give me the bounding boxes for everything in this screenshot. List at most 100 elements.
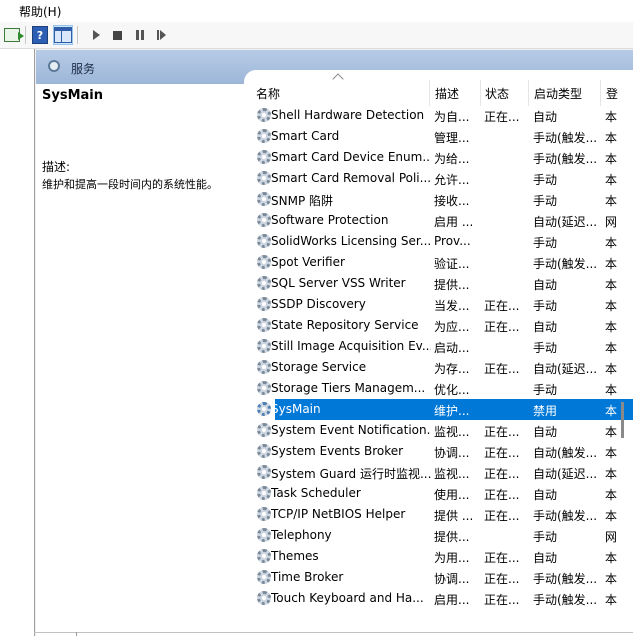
service-logon-as: 本 — [605, 446, 618, 460]
pause-service-button[interactable] — [130, 25, 150, 45]
services-gear-icon — [48, 60, 60, 72]
service-row[interactable]: SolidWorks Licensing Ser... Prov... 手动 本 — [252, 231, 633, 252]
service-name: SQL Server VSS Writer — [271, 276, 406, 290]
help-button[interactable]: ? — [30, 25, 50, 45]
service-description: 为应... — [434, 320, 470, 334]
service-row[interactable]: Smart Card Device Enum... 为给... 手动(触发... 本 — [252, 147, 633, 168]
service-gear-icon — [257, 381, 271, 395]
service-description: 提供... — [434, 530, 470, 544]
column-header-startup-type[interactable]: 启动类型 — [534, 85, 582, 102]
service-gear-icon — [257, 339, 271, 353]
service-startup-type: 手动 — [533, 194, 558, 208]
service-row[interactable]: SQL Server VSS Writer 提供... 自动 本 — [252, 273, 633, 294]
service-name: Smart Card — [271, 129, 340, 143]
description-text: 维护和提高一段时间内的系统性能。 — [42, 178, 218, 191]
service-gear-icon — [257, 192, 271, 206]
column-header-description[interactable]: 描述 — [435, 85, 459, 102]
service-startup-type: 手动(触发... — [533, 257, 598, 271]
restart-icon — [157, 30, 166, 40]
service-logon-as: 本 — [605, 152, 618, 166]
service-row[interactable]: Telephony 提供... 手动 网 — [252, 525, 633, 546]
show-hide-tree-button[interactable] — [53, 25, 73, 45]
service-row[interactable]: Software Protection 启用 ... 自动(延迟... 网 — [252, 210, 633, 231]
service-description: 为用... — [434, 551, 470, 565]
horizontal-scrollbar-track[interactable] — [34, 632, 633, 633]
service-row[interactable]: System Event Notification... 监视... 正在... 自动… — [252, 420, 633, 441]
service-startup-type: 手动 — [533, 173, 558, 187]
service-logon-as: 本 — [605, 257, 618, 271]
service-description: 启用 ... — [434, 215, 474, 229]
vertical-scrollbar-thumb[interactable] — [621, 402, 624, 438]
service-name: Software Protection — [271, 213, 389, 227]
export-list-button[interactable] — [2, 25, 24, 45]
service-row[interactable]: State Repository Service 为应... 正在... 自动 本 — [252, 315, 633, 336]
service-row[interactable]: Themes 为用... 正在... 自动 本 — [252, 546, 633, 567]
service-row[interactable]: TCP/IP NetBIOS Helper 提供 ... 正在... 手动(触发...… — [252, 504, 633, 525]
service-row[interactable]: Smart Card 管理... 手动(触发... 本 — [252, 126, 633, 147]
service-gear-icon — [257, 402, 271, 416]
service-logon-as: 本 — [605, 593, 618, 607]
service-gear-icon — [257, 297, 271, 311]
service-description: 维护... — [434, 404, 470, 418]
pane-splitter-mark — [76, 632, 77, 636]
column-divider[interactable] — [429, 80, 430, 106]
service-row[interactable]: SNMP 陷阱 接收... 手动 本 — [252, 189, 633, 210]
service-description: 提供... — [434, 278, 470, 292]
service-name: Storage Tiers Managem... — [271, 381, 426, 395]
service-row[interactable]: Storage Service 为存... 正在... 自动(延迟... 本 — [252, 357, 633, 378]
service-description: 为存... — [434, 362, 470, 376]
service-startup-type: 自动 — [533, 110, 558, 124]
service-name: System Events Broker — [271, 444, 404, 458]
service-row[interactable]: Smart Card Removal Poli... 允许... 手动 本 — [252, 168, 633, 189]
service-description: 监视... — [434, 467, 470, 481]
stop-icon — [112, 30, 122, 40]
service-row[interactable]: Storage Tiers Managem... 优化... 手动 本 — [252, 378, 633, 399]
restart-service-button[interactable] — [153, 25, 173, 45]
service-gear-icon — [257, 234, 271, 248]
column-header-name[interactable]: 名称 — [256, 85, 280, 102]
service-logon-as: 本 — [605, 278, 618, 292]
stop-service-button[interactable] — [107, 25, 127, 45]
service-name: Time Broker — [271, 570, 344, 584]
column-header-logon[interactable]: 登 — [606, 85, 618, 102]
console-tree-pane[interactable] — [0, 49, 35, 636]
service-row[interactable]: System Guard 运行时监视... 监视... 正在... 自动(延迟... 本 — [252, 462, 633, 483]
service-row[interactable]: SSDP Discovery 当发... 正在... 手动 本 — [252, 294, 633, 315]
service-startup-type: 手动 — [533, 236, 558, 250]
column-divider[interactable] — [480, 80, 481, 106]
service-startup-type: 手动 — [533, 341, 558, 355]
service-logon-as: 本 — [605, 572, 618, 586]
description-label: 描述: — [42, 160, 71, 174]
service-row[interactable]: Still Image Acquisition Ev... 启动... 手动 本 — [252, 336, 633, 357]
toolbar-separator — [77, 26, 78, 44]
column-divider[interactable] — [528, 80, 529, 106]
menu-item-fragment[interactable]: ) — [0, 3, 1, 17]
start-service-button[interactable] — [86, 25, 106, 45]
service-startup-type: 手动 — [533, 299, 558, 313]
service-row[interactable]: Time Broker 协调... 正在... 手动(触发... 本 — [252, 567, 633, 588]
service-row[interactable]: System Events Broker 协调... 正在... 自动(触发... 本 — [252, 441, 633, 462]
service-name: SSDP Discovery — [271, 297, 366, 311]
service-row[interactable]: Task Scheduler 使用... 正在... 自动 本 — [252, 483, 633, 504]
service-description: 为给... — [434, 152, 470, 166]
service-startup-type: 自动 — [533, 278, 558, 292]
column-divider[interactable] — [600, 80, 601, 106]
service-gear-icon — [257, 549, 271, 563]
service-logon-as: 本 — [605, 236, 618, 250]
service-status: 正在... — [484, 467, 520, 481]
service-name: Storage Service — [271, 360, 367, 374]
services-list[interactable]: 名称 描述 状态 启动类型 登 Shell Hardware Detection… — [244, 70, 633, 636]
service-name: Smart Card Removal Poli... — [271, 171, 431, 185]
column-header-status[interactable]: 状态 — [485, 85, 509, 102]
service-row[interactable]: SysMain 维护... 禁用本 — [252, 399, 633, 420]
service-row[interactable]: Shell Hardware Detection 为自... 正在... 自动 本 — [252, 105, 633, 126]
service-row[interactable]: Touch Keyboard and Ha... 启用... 正在... 手动(触发.… — [252, 588, 633, 609]
service-logon-as: 本 — [605, 467, 618, 481]
service-name: Smart Card Device Enum... — [271, 150, 431, 164]
service-startup-type: 自动(延迟... — [533, 215, 598, 229]
service-name: Touch Keyboard and Ha... — [271, 591, 424, 605]
service-row[interactable]: Spot Verifier 验证... 手动(触发... 本 — [252, 252, 633, 273]
service-startup-type: 自动(延迟... — [533, 362, 598, 376]
service-gear-icon — [257, 360, 271, 374]
menu-item-help[interactable]: 帮助(H) — [19, 3, 61, 20]
